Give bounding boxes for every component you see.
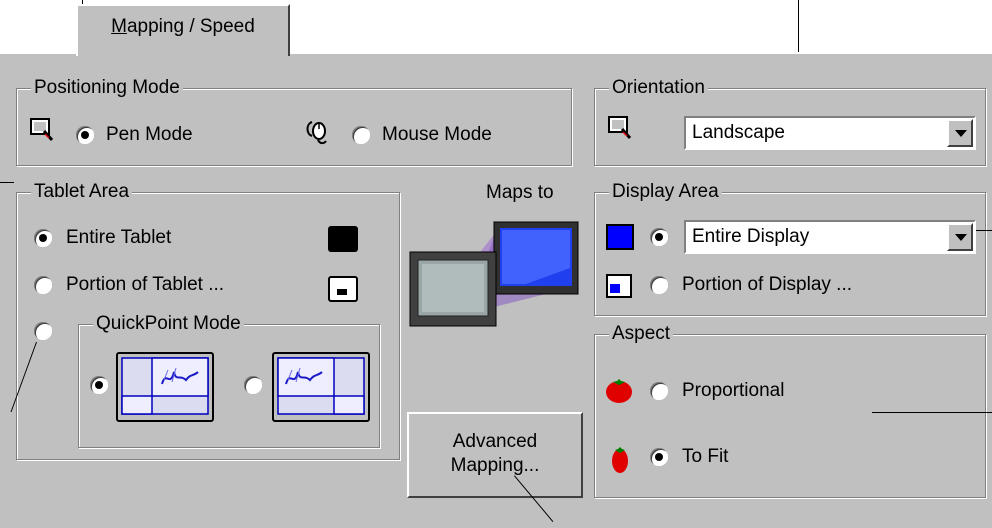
proportional-radio[interactable] [650, 382, 668, 400]
tablet-area-title: Tablet Area [31, 181, 133, 203]
advanced-mapping-button[interactable]: Advanced Mapping... [407, 412, 583, 498]
quickpoint-left-radio[interactable] [90, 376, 108, 394]
portion-display-radio[interactable] [650, 276, 668, 294]
orientation-title: Orientation [609, 77, 708, 99]
to-fit-tomato-icon [612, 447, 628, 473]
mouse-mode-label: Mouse Mode [382, 124, 492, 145]
entire-display-radio[interactable] [650, 228, 668, 246]
callout-line-display [976, 230, 992, 231]
portion-tablet-icon [328, 276, 358, 302]
display-area-select[interactable]: Entire Display [684, 220, 976, 254]
quickpoint-radio[interactable] [34, 322, 52, 340]
maps-to-label: Maps to [486, 182, 554, 203]
tab-label: apping / Speed [126, 16, 255, 37]
display-area-group: Display Area [594, 181, 986, 316]
advanced-mapping-line2: Mapping... [450, 455, 540, 476]
callout-line-aspect [872, 412, 992, 413]
pen-mode-radio[interactable] [76, 126, 94, 144]
portion-tablet-label: Portion of Tablet ... [66, 274, 225, 295]
chevron-down-icon[interactable] [947, 119, 973, 147]
maps-to-illustration [409, 221, 579, 327]
chevron-down-icon[interactable] [947, 223, 973, 251]
quickpoint-left-icon [116, 352, 214, 422]
aspect-title: Aspect [609, 323, 674, 345]
positioning-mode-title: Positioning Mode [31, 77, 183, 99]
portion-display-icon [606, 274, 632, 298]
to-fit-radio[interactable] [650, 448, 668, 466]
orientation-tablet-icon [608, 116, 632, 139]
entire-tablet-icon [328, 226, 358, 252]
proportional-tomato-icon [606, 379, 632, 403]
entire-display-icon [606, 224, 634, 250]
pen-mode-label: Pen Mode [106, 124, 193, 145]
quickpoint-right-radio[interactable] [244, 376, 262, 394]
orientation-value: Landscape [692, 122, 785, 143]
to-fit-label: To Fit [682, 446, 729, 467]
callout-line-tablet-area [0, 182, 14, 183]
entire-tablet-label: Entire Tablet [66, 227, 172, 248]
display-area-title: Display Area [609, 181, 722, 203]
mouse-mode-icon [306, 121, 327, 145]
proportional-label: Proportional [682, 380, 785, 401]
orientation-select[interactable]: Landscape [684, 116, 976, 150]
mouse-mode-radio[interactable] [352, 126, 370, 144]
quickpoint-title: QuickPoint Mode [93, 313, 244, 335]
portion-tablet-radio[interactable] [34, 276, 52, 294]
quickpoint-right-icon [272, 352, 370, 422]
aspect-group: Aspect [594, 323, 986, 498]
tab-mapping-speed[interactable]: Mapping / Speed [76, 4, 290, 56]
pen-mode-icon [30, 118, 54, 141]
entire-tablet-radio[interactable] [34, 229, 52, 247]
tab-label-accel: M [111, 16, 127, 37]
portion-display-label: Portion of Display ... [682, 274, 853, 295]
display-area-value: Entire Display [692, 226, 810, 247]
advanced-mapping-line1: Advanced [452, 431, 538, 452]
